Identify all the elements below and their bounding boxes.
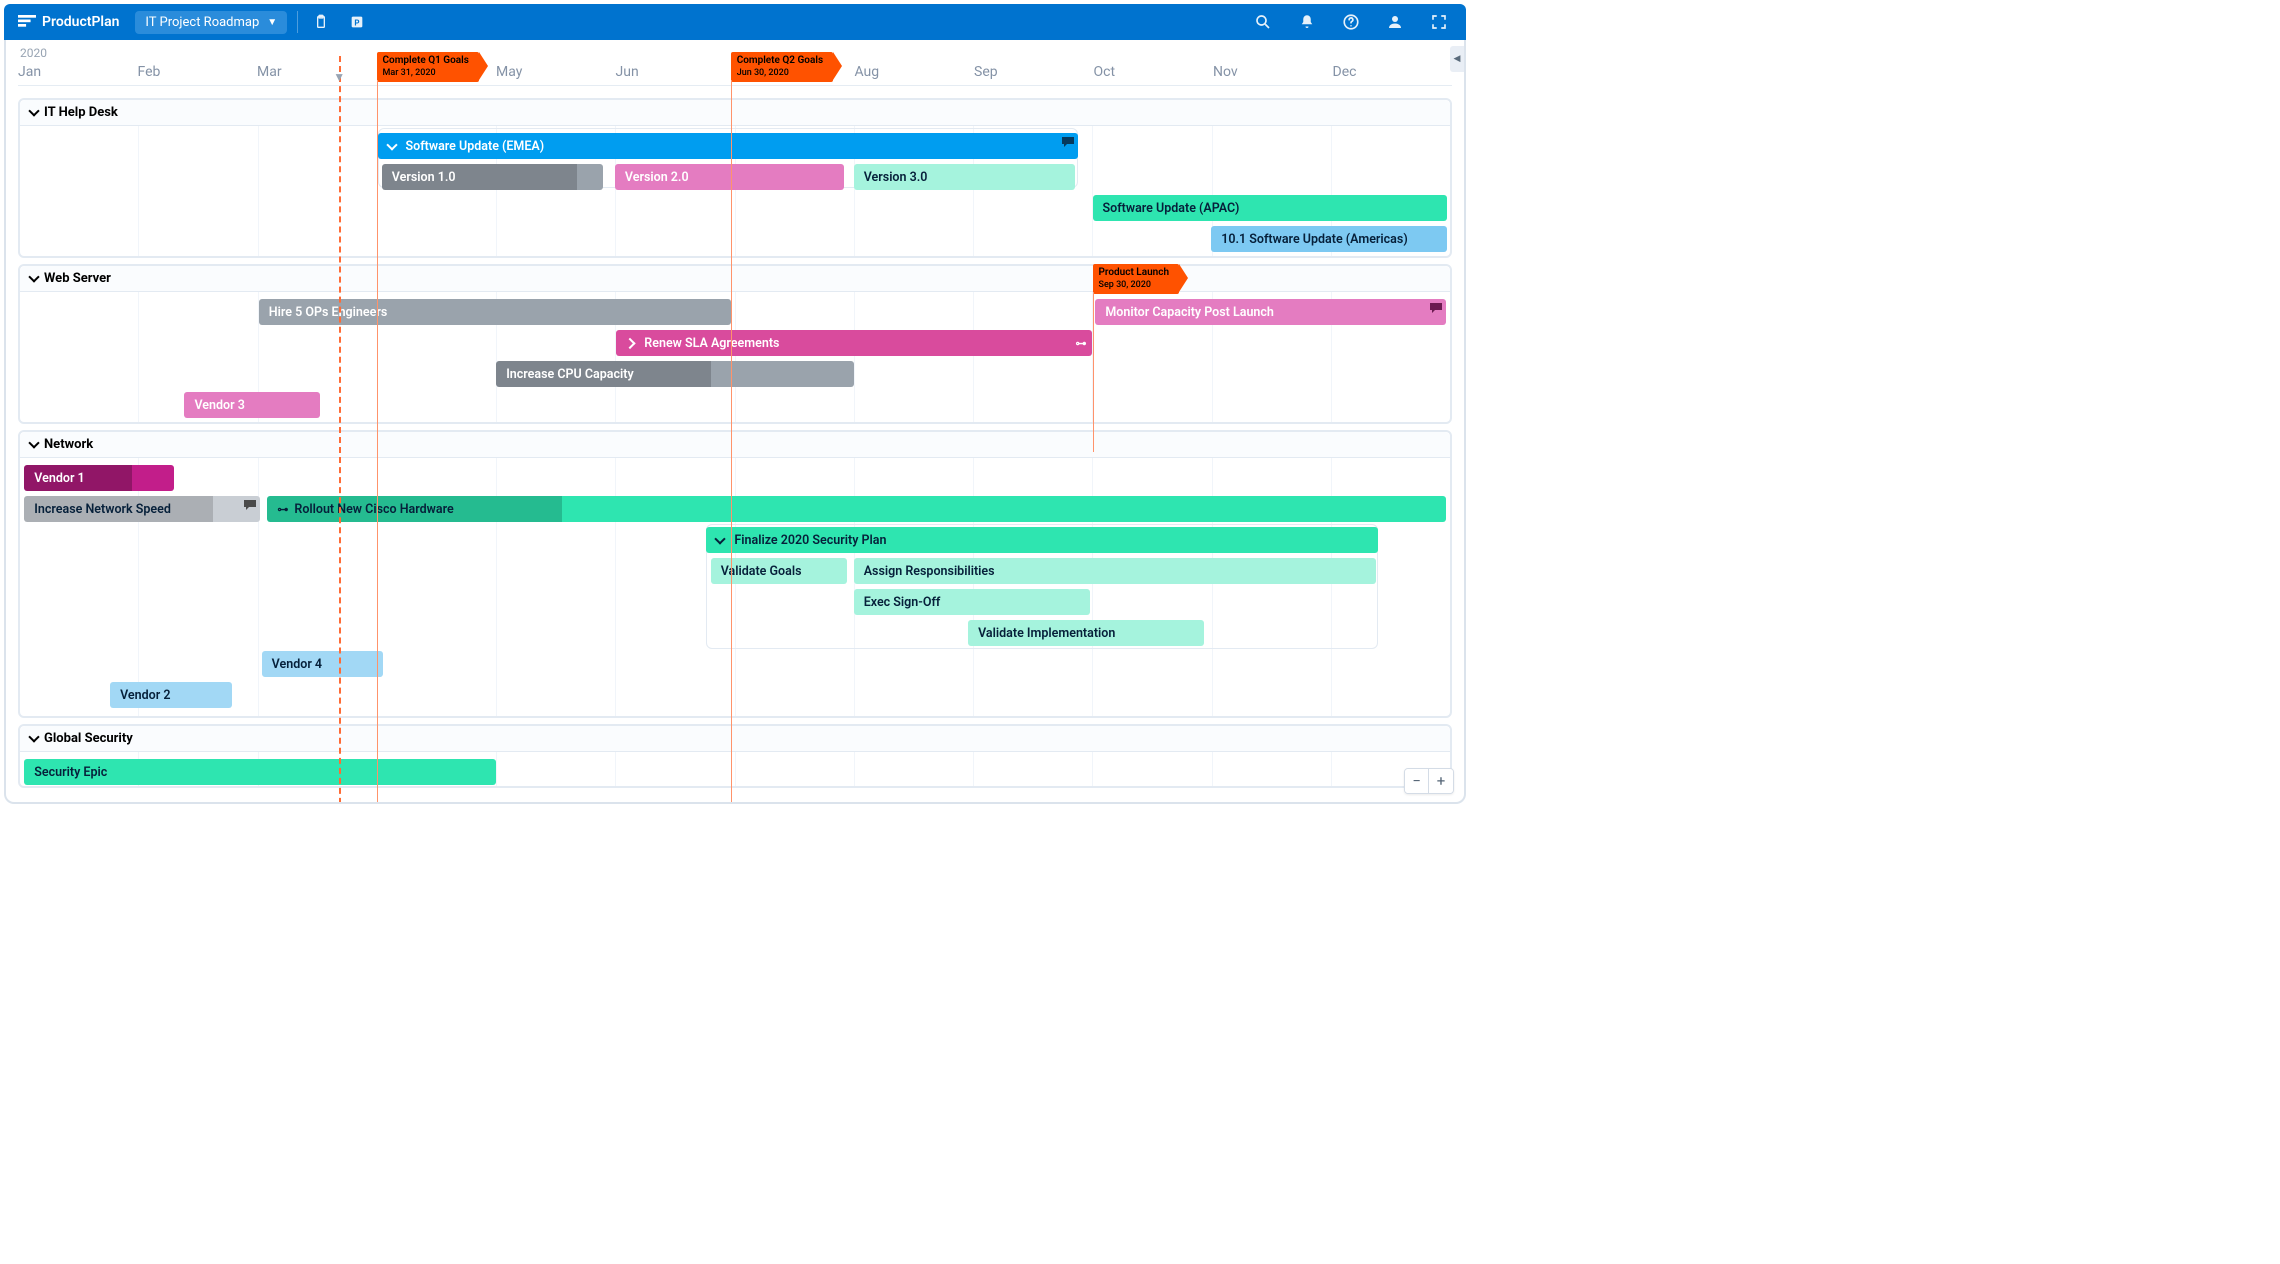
bar-hire-ops-engineers[interactable]: Hire 5 OPs Engineers xyxy=(259,299,731,325)
milestone-q2-date: Jun 30, 2020 xyxy=(737,68,823,79)
bar-vendor-2[interactable]: Vendor 2 xyxy=(110,682,232,708)
search-button[interactable] xyxy=(1250,9,1276,35)
parking-button[interactable]: P xyxy=(344,9,370,35)
divider xyxy=(297,11,298,33)
today-arrow-icon: ▼ xyxy=(333,70,345,84)
chevron-down-icon xyxy=(28,271,39,282)
lane-title: IT Help Desk xyxy=(44,105,118,120)
comment-icon xyxy=(1430,303,1442,313)
month-feb: Feb xyxy=(138,60,258,85)
month-dec: Dec xyxy=(1333,60,1453,85)
account-button[interactable] xyxy=(1382,9,1408,35)
zoom-controls: − + xyxy=(1404,768,1454,794)
fullscreen-button[interactable] xyxy=(1426,9,1452,35)
timeline-header: 2020 Jan Feb Mar May Jun Aug Sep Oct Nov… xyxy=(18,46,1452,94)
milestone-launch-title: Product Launch xyxy=(1099,267,1170,278)
app-logo[interactable]: ProductPlan xyxy=(12,14,125,30)
logo-icon xyxy=(18,15,36,29)
bar-renew-sla[interactable]: Renew SLA Agreements⊶ xyxy=(616,330,1092,356)
comment-icon xyxy=(244,500,256,510)
milestone-product-launch[interactable]: Product Launch Sep 30, 2020 xyxy=(1093,264,1180,294)
month-oct: Oct xyxy=(1094,60,1214,85)
chevron-down-icon xyxy=(28,731,39,742)
month-jan: Jan xyxy=(18,60,138,85)
lane-header-help-desk[interactable]: IT Help Desk xyxy=(20,100,1450,126)
roadmap-canvas: ◀ 2020 Jan Feb Mar May Jun Aug Sep Oct N… xyxy=(4,40,1466,804)
bar-validate-implementation[interactable]: Validate Implementation xyxy=(968,620,1204,646)
lane-title: Network xyxy=(44,437,93,452)
month-may: May xyxy=(496,60,616,85)
month-mar: Mar xyxy=(257,60,377,85)
comment-icon xyxy=(1062,137,1074,147)
milestone-q2[interactable]: Complete Q2 Goals Jun 30, 2020 xyxy=(731,52,833,82)
month-sep: Sep xyxy=(974,60,1094,85)
chevron-down-icon xyxy=(386,139,397,150)
milestone-q1-title: Complete Q1 Goals xyxy=(383,55,469,66)
chevron-down-icon xyxy=(28,105,39,116)
lane-network: Network Vendor 1 Increase Network Speed … xyxy=(18,430,1452,718)
top-bar: ProductPlan IT Project Roadmap ▼ P xyxy=(4,4,1466,40)
month-axis: Jan Feb Mar May Jun Aug Sep Oct Nov Dec … xyxy=(18,60,1452,86)
lane-header-web-server[interactable]: Web Server xyxy=(20,266,1450,292)
app-name: ProductPlan xyxy=(42,14,119,30)
lane-it-help-desk: IT Help Desk Software Update (EMEA) Vers… xyxy=(18,98,1452,258)
bar-version-3[interactable]: Version 3.0 xyxy=(854,164,1076,190)
link-icon: ⊶ xyxy=(277,503,288,516)
link-icon: ⊶ xyxy=(1075,337,1086,350)
milestone-q1[interactable]: Complete Q1 Goals Mar 31, 2020 xyxy=(377,52,479,82)
svg-text:P: P xyxy=(355,18,360,27)
expand-side-panel[interactable]: ◀ xyxy=(1450,46,1464,72)
milestone-launch-date: Sep 30, 2020 xyxy=(1099,280,1170,291)
bar-rollout-cisco[interactable]: ⊶Rollout New Cisco Hardware xyxy=(267,496,1445,522)
zoom-in-button[interactable]: + xyxy=(1429,769,1453,793)
bar-version-1[interactable]: Version 1.0 xyxy=(382,164,604,190)
bar-monitor-capacity[interactable]: Monitor Capacity Post Launch xyxy=(1095,299,1445,325)
plan-name: IT Project Roadmap xyxy=(145,15,259,30)
top-bar-right xyxy=(1250,9,1458,35)
caret-down-icon: ▼ xyxy=(267,17,277,28)
bar-increase-network-speed[interactable]: Increase Network Speed xyxy=(24,496,260,522)
bar-increase-cpu[interactable]: Increase CPU Capacity xyxy=(496,361,854,387)
lane-global-security: Global Security Security Epic xyxy=(18,724,1452,788)
lane-header-global-security[interactable]: Global Security xyxy=(20,726,1450,752)
zoom-out-button[interactable]: − xyxy=(1405,769,1429,793)
lane-title: Web Server xyxy=(44,271,111,286)
clipboard-button[interactable] xyxy=(308,9,334,35)
chevron-down-icon xyxy=(28,437,39,448)
bar-vendor-3[interactable]: Vendor 3 xyxy=(184,392,320,418)
bar-assign-responsibilities[interactable]: Assign Responsibilities xyxy=(854,558,1376,584)
bar-finalize-security-plan[interactable]: Finalize 2020 Security Plan xyxy=(706,527,1378,553)
lane-header-network[interactable]: Network xyxy=(20,432,1450,458)
month-aug: Aug xyxy=(855,60,975,85)
lane-title: Global Security xyxy=(44,731,133,746)
bar-software-update-americas[interactable]: 10.1 Software Update (Americas) xyxy=(1211,226,1447,252)
today-line xyxy=(339,56,341,804)
chevron-down-icon xyxy=(715,533,726,544)
bar-software-update-apac[interactable]: Software Update (APAC) xyxy=(1093,195,1448,221)
help-button[interactable] xyxy=(1338,9,1364,35)
month-nov: Nov xyxy=(1213,60,1333,85)
bar-vendor-4[interactable]: Vendor 4 xyxy=(262,651,384,677)
bar-exec-signoff[interactable]: Exec Sign-Off xyxy=(854,589,1090,615)
bar-vendor-1[interactable]: Vendor 1 xyxy=(24,465,174,491)
bar-security-epic[interactable]: Security Epic xyxy=(24,759,496,785)
milestone-q2-title: Complete Q2 Goals xyxy=(737,55,823,66)
notifications-button[interactable] xyxy=(1294,9,1320,35)
plan-selector[interactable]: IT Project Roadmap ▼ xyxy=(135,11,287,34)
lane-web-server: Web Server Product Launch Sep 30, 2020 Hi… xyxy=(18,264,1452,424)
chevron-right-icon xyxy=(625,337,636,348)
top-bar-left: ProductPlan IT Project Roadmap ▼ P xyxy=(12,9,370,35)
month-jun: Jun xyxy=(616,60,736,85)
bar-software-update-emea[interactable]: Software Update (EMEA) xyxy=(378,133,1079,159)
bar-version-2[interactable]: Version 2.0 xyxy=(615,164,844,190)
milestone-q1-date: Mar 31, 2020 xyxy=(383,68,469,79)
